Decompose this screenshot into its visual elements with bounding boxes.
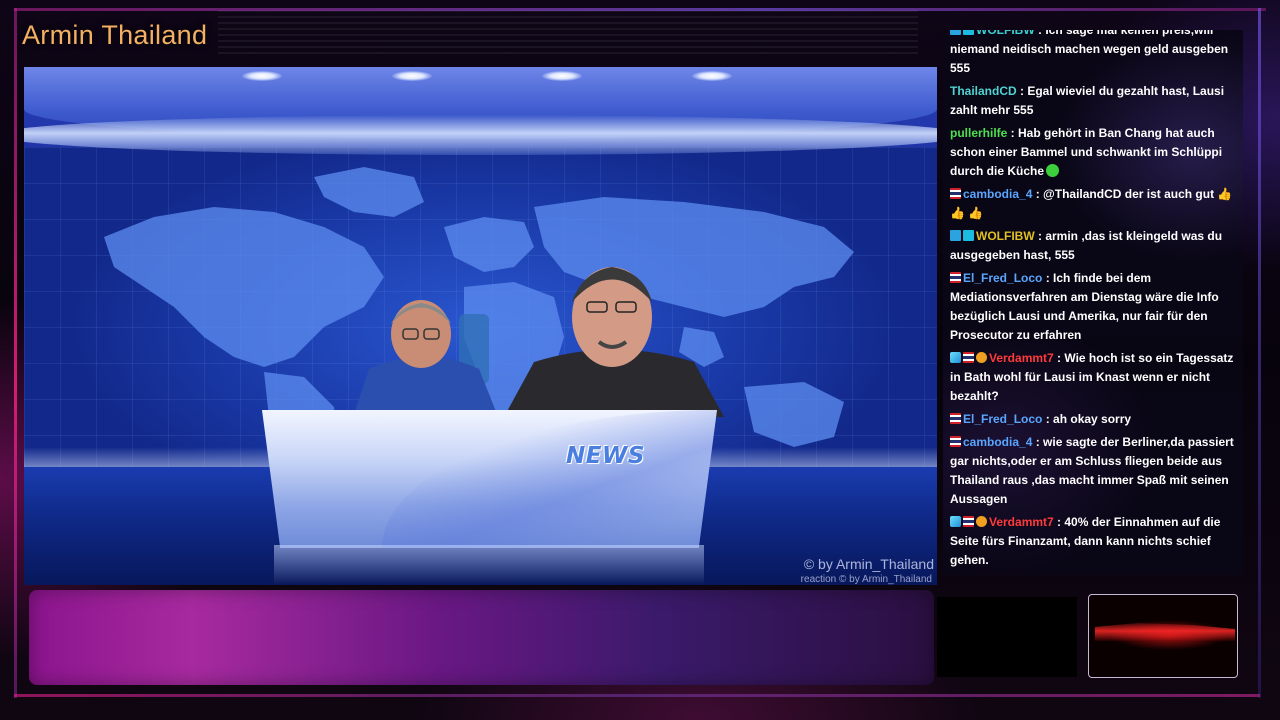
host-right-figure <box>504 267 724 417</box>
overlay-border-left <box>14 8 17 698</box>
watermark: © by Armin_Thailand <box>803 556 934 572</box>
chat-username[interactable]: WOLFIBW <box>976 30 1035 37</box>
green-face-icon <box>1046 164 1060 177</box>
overlay-border-top <box>14 8 1266 11</box>
chat-username[interactable]: WOLFIBW <box>976 229 1035 243</box>
chat-message: El_Fred_Loco : ah okay sorry <box>950 410 1242 429</box>
chat-message: El_Fred_Loco : Ich finde bei dem Mediati… <box>950 269 1242 345</box>
thai-flag-icon <box>950 188 961 199</box>
chat-message: cambodia_4 : wie sagte der Berliner,da p… <box>950 433 1242 509</box>
cube-icon <box>950 352 961 363</box>
desk-reflection <box>274 545 704 585</box>
live-chat-panel[interactable]: WOLFIBW : Ich sage mal keinen preis,will… <box>943 30 1243 575</box>
chat-message: Verdammt7 : Wie hoch ist so ein Tagessat… <box>950 349 1242 406</box>
chat-message-list: WOLFIBW : Ich sage mal keinen preis,will… <box>950 30 1242 574</box>
chat-username[interactable]: Verdammt7 <box>989 515 1054 529</box>
news-logo: NEWS <box>566 443 645 469</box>
desk-swoosh <box>382 410 717 548</box>
thai-flag-icon <box>963 516 974 527</box>
gift-icon <box>963 30 974 35</box>
chat-username[interactable]: cambodia_4 <box>963 435 1032 449</box>
sub-icon <box>950 30 961 35</box>
chat-username[interactable]: El_Fred_Loco <box>963 412 1042 426</box>
gift-icon <box>963 230 974 241</box>
chat-username[interactable]: pullerhilfe <box>950 126 1007 140</box>
thai-flag-icon <box>950 413 961 424</box>
webcam-preview <box>1088 594 1238 678</box>
chat-message: Verdammt7 : 40% der Einnahmen auf die Se… <box>950 513 1242 570</box>
chat-username[interactable]: Verdammt7 <box>989 351 1054 365</box>
cube-icon <box>950 516 961 527</box>
host-left-figure <box>354 300 497 414</box>
chat-message: WOLFIBW : Ich sage mal keinen preis,will… <box>950 30 1242 78</box>
ceiling-light-icon <box>242 71 282 81</box>
warning-icon <box>976 352 987 363</box>
chat-username[interactable]: cambodia_4 <box>963 187 1032 201</box>
thai-flag-icon <box>950 272 961 283</box>
ceiling-light-icon <box>692 71 732 81</box>
bottom-banner <box>29 590 934 685</box>
chat-text: : ah okay sorry <box>1042 412 1132 426</box>
chat-username[interactable]: ThailandCD <box>950 84 1017 98</box>
sub-icon <box>950 230 961 241</box>
thai-flag-icon <box>963 352 974 363</box>
channel-title: Armin Thailand <box>22 20 208 50</box>
ceiling-light-icon <box>392 71 432 81</box>
overlay-top-stripes <box>218 10 918 54</box>
chat-message: pullerhilfe : Hab gehört in Ban Chang ha… <box>950 124 1242 181</box>
watermark-subtitle: reaction © by Armin_Thailand <box>800 574 932 585</box>
chat-message: ThailandCD : Egal wieviel du gezahlt has… <box>950 82 1242 120</box>
overlay-border-bottom <box>14 694 1260 697</box>
video-player[interactable]: NEWS © by Armin_Thailand reaction © by A… <box>24 67 937 585</box>
warning-icon <box>976 516 987 527</box>
thai-flag-icon <box>950 436 961 447</box>
ceiling-light-icon <box>542 71 582 81</box>
webcam-red-glow <box>1095 623 1235 641</box>
chat-message: WOLFIBW : armin ,das ist kleingeld was d… <box>950 227 1242 265</box>
news-desk <box>262 410 717 548</box>
chat-username[interactable]: El_Fred_Loco <box>963 271 1042 285</box>
overlay-border-right <box>1258 8 1261 698</box>
chat-message: cambodia_4 : @ThailandCD der ist auch gu… <box>950 185 1242 223</box>
studio-light-band <box>24 115 937 155</box>
bottom-black-panel <box>937 597 1077 677</box>
